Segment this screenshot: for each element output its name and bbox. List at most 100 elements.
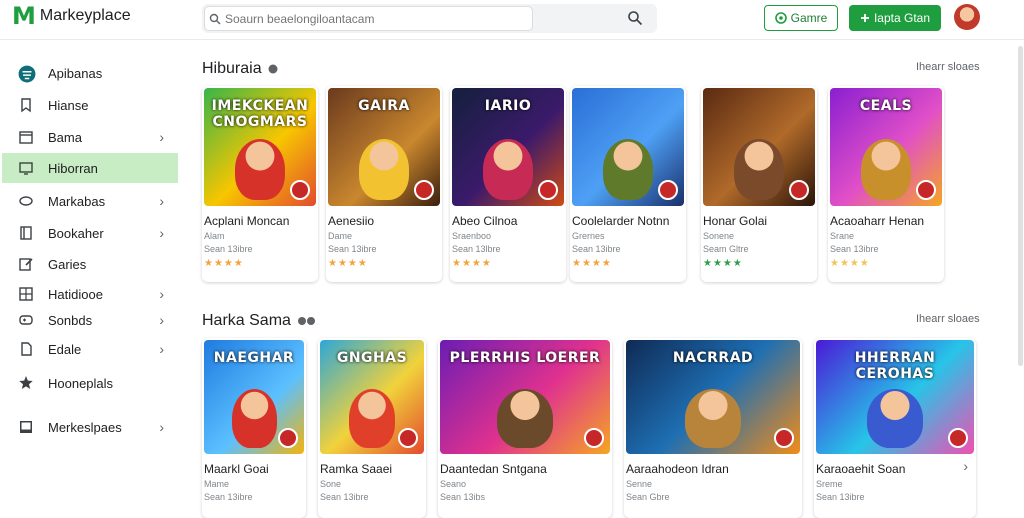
game-meta: Sean 13ibre — [816, 492, 865, 502]
sidebar-item-5[interactable]: Markabas › — [2, 186, 178, 216]
thumbnail-title: HHERRAN CEROHAS — [854, 350, 936, 382]
sidebar-item-10[interactable]: Edale › — [2, 334, 178, 364]
search-icon — [209, 13, 221, 24]
favorite-badge-icon[interactable] — [278, 428, 298, 448]
game-thumbnail[interactable] — [572, 88, 684, 206]
game-thumbnail[interactable]: CEALS — [830, 88, 942, 206]
sidebar-item-label: Sonbds — [48, 312, 93, 328]
sidebar-item-label: Garies — [48, 256, 87, 272]
game-genre: Sraenboo — [452, 231, 492, 241]
game-thumbnail[interactable]: NAEGHAR — [204, 340, 304, 454]
game-meta: Sean Gbre — [626, 492, 670, 502]
game-meta: Sean 13ibre — [572, 244, 621, 254]
see-all-link-1[interactable]: Ihearr sloaes — [916, 61, 980, 73]
character-illustration — [497, 388, 553, 448]
character-illustration — [860, 138, 912, 200]
search-field[interactable] — [204, 6, 533, 31]
game-genre: Senne — [626, 479, 653, 489]
game-title: Acplani Moncan — [204, 214, 290, 228]
sidebar-item-11[interactable]: Hooneplals — [2, 368, 178, 398]
game-card[interactable]: Coolelarder Notnn Grernes Sean 13ibre ★★★★ — [570, 86, 686, 282]
game-genre: Alam — [204, 231, 225, 241]
game-thumbnail[interactable]: GAIRA — [328, 88, 440, 206]
section-title-1: Hiburaia — [202, 60, 278, 78]
laptop-icon — [18, 419, 34, 435]
game-card[interactable]: NACRRAD Aaraahodeon Idran Senne Sean Gbre — [624, 338, 802, 518]
game-card[interactable]: CEALS Acaoaharr Henan Srane Sean 13ibre ★★★★ — [828, 86, 944, 282]
game-thumbnail[interactable]: IMEKCKEAN CNOGMARS — [204, 88, 316, 206]
favorite-badge-icon[interactable] — [658, 180, 678, 200]
game-card[interactable]: NAEGHAR Maarkl Goai Mame Sean 13ibre — [202, 338, 306, 518]
search-input[interactable] — [225, 11, 525, 26]
info-icon — [297, 317, 315, 325]
game-icon — [774, 12, 787, 24]
thumbnail-title: CEALS — [859, 98, 913, 114]
favorite-badge-icon[interactable] — [414, 180, 434, 200]
primary-action-button[interactable]: Iapta Gtan — [849, 5, 941, 31]
favorite-badge-icon[interactable] — [584, 428, 604, 448]
game-title: Acaoaharr Henan — [830, 214, 925, 228]
game-card[interactable]: PLERRHIS LOERER Daantedan Sntgana Seano Sea… — [438, 338, 612, 518]
character-illustration — [685, 388, 741, 448]
sidebar-item-6[interactable]: Bookaher › — [2, 218, 178, 248]
sidebar-item-label: Apibanas — [48, 65, 103, 81]
game-thumbnail[interactable]: PLERRHIS LOERER — [440, 340, 610, 454]
favorite-badge-icon[interactable] — [538, 180, 558, 200]
character-illustration — [348, 388, 396, 448]
game-card[interactable]: GAIRA Aenesiio Dame Sean 13ibre ★★★★ — [326, 86, 442, 282]
game-button[interactable]: Gamre — [764, 5, 838, 31]
game-genre: Seano — [440, 479, 467, 489]
sidebar-item-4[interactable]: Hiborran — [2, 153, 178, 183]
chevron-right-icon[interactable]: › — [963, 458, 968, 474]
favorite-badge-icon[interactable] — [789, 180, 809, 200]
scrollbar-thumb[interactable] — [1018, 46, 1023, 366]
star-rating: ★★★★ — [204, 258, 244, 269]
game-thumbnail[interactable]: HHERRAN CEROHAS — [816, 340, 974, 454]
thumbnail-title: NAEGHAR — [213, 350, 295, 366]
thumbnail-title: NACRRAD — [672, 350, 754, 366]
sidebar-item-12[interactable]: Merkeslpaes › — [2, 412, 178, 442]
favorite-badge-icon[interactable] — [398, 428, 418, 448]
favorite-badge-icon[interactable] — [916, 180, 936, 200]
scrollbar[interactable] — [1016, 40, 1024, 512]
character-illustration — [231, 388, 277, 448]
tag-icon — [18, 193, 34, 209]
avatar[interactable] — [954, 4, 980, 30]
sidebar-item-2[interactable]: Hianse — [2, 90, 178, 120]
section-title-2-text: Harka Sama — [202, 312, 291, 329]
favorite-badge-icon[interactable] — [948, 428, 968, 448]
game-meta: Sean 13ibre — [328, 244, 377, 254]
game-thumbnail[interactable]: IARIO — [452, 88, 564, 206]
chevron-right-icon: › — [159, 286, 164, 302]
game-thumbnail[interactable]: NACRRAD — [626, 340, 800, 454]
see-all-link-2[interactable]: Ihearr sloaes — [916, 313, 980, 325]
game-genre: Srane — [830, 231, 855, 241]
logo[interactable]: M Markeyplace — [12, 4, 131, 28]
game-meta: Sean 13ibs — [440, 492, 486, 502]
character-illustration — [482, 138, 534, 200]
game-meta: Sean 13ibre — [320, 492, 369, 502]
logo-text: Markeyplace — [39, 7, 131, 24]
game-thumbnail[interactable] — [703, 88, 815, 206]
sidebar-item-3[interactable]: Bama › — [2, 122, 178, 152]
sidebar-item-7[interactable]: Garies — [2, 249, 178, 279]
favorite-badge-icon[interactable] — [290, 180, 310, 200]
plus-icon — [860, 14, 869, 22]
game-button-label: Gamre — [790, 11, 828, 25]
game-card[interactable]: IMEKCKEAN CNOGMARS Acplani Moncan Alam Sean… — [202, 86, 318, 282]
sidebar-item-1[interactable]: Apibanas — [2, 58, 178, 88]
game-genre: Grernes — [572, 231, 605, 241]
game-card[interactable]: HHERRAN CEROHAS Karaoaehit Soan Sreme Sean … — [814, 338, 976, 518]
sidebar-item-9[interactable]: Sonbds › — [2, 305, 178, 335]
chevron-right-icon: › — [159, 341, 164, 357]
favorite-badge-icon[interactable] — [774, 428, 794, 448]
search-submit-icon[interactable] — [627, 10, 643, 26]
game-card[interactable]: IARIO Abeo Cilnoa Sraenboo Sean 13lbre ★★★★ — [450, 86, 566, 282]
game-title: Daantedan Sntgana — [440, 462, 547, 476]
game-meta: Sean 13ibre — [204, 244, 253, 254]
game-title: Maarkl Goai — [204, 462, 269, 476]
game-genre: Sreme — [816, 479, 843, 489]
game-thumbnail[interactable]: GNGHAS — [320, 340, 424, 454]
game-card[interactable]: Honar Golai Sonene Seam Gltre ★★★★ — [701, 86, 817, 282]
game-card[interactable]: GNGHAS Ramka Saaei Sone Sean 13ibre — [318, 338, 426, 518]
